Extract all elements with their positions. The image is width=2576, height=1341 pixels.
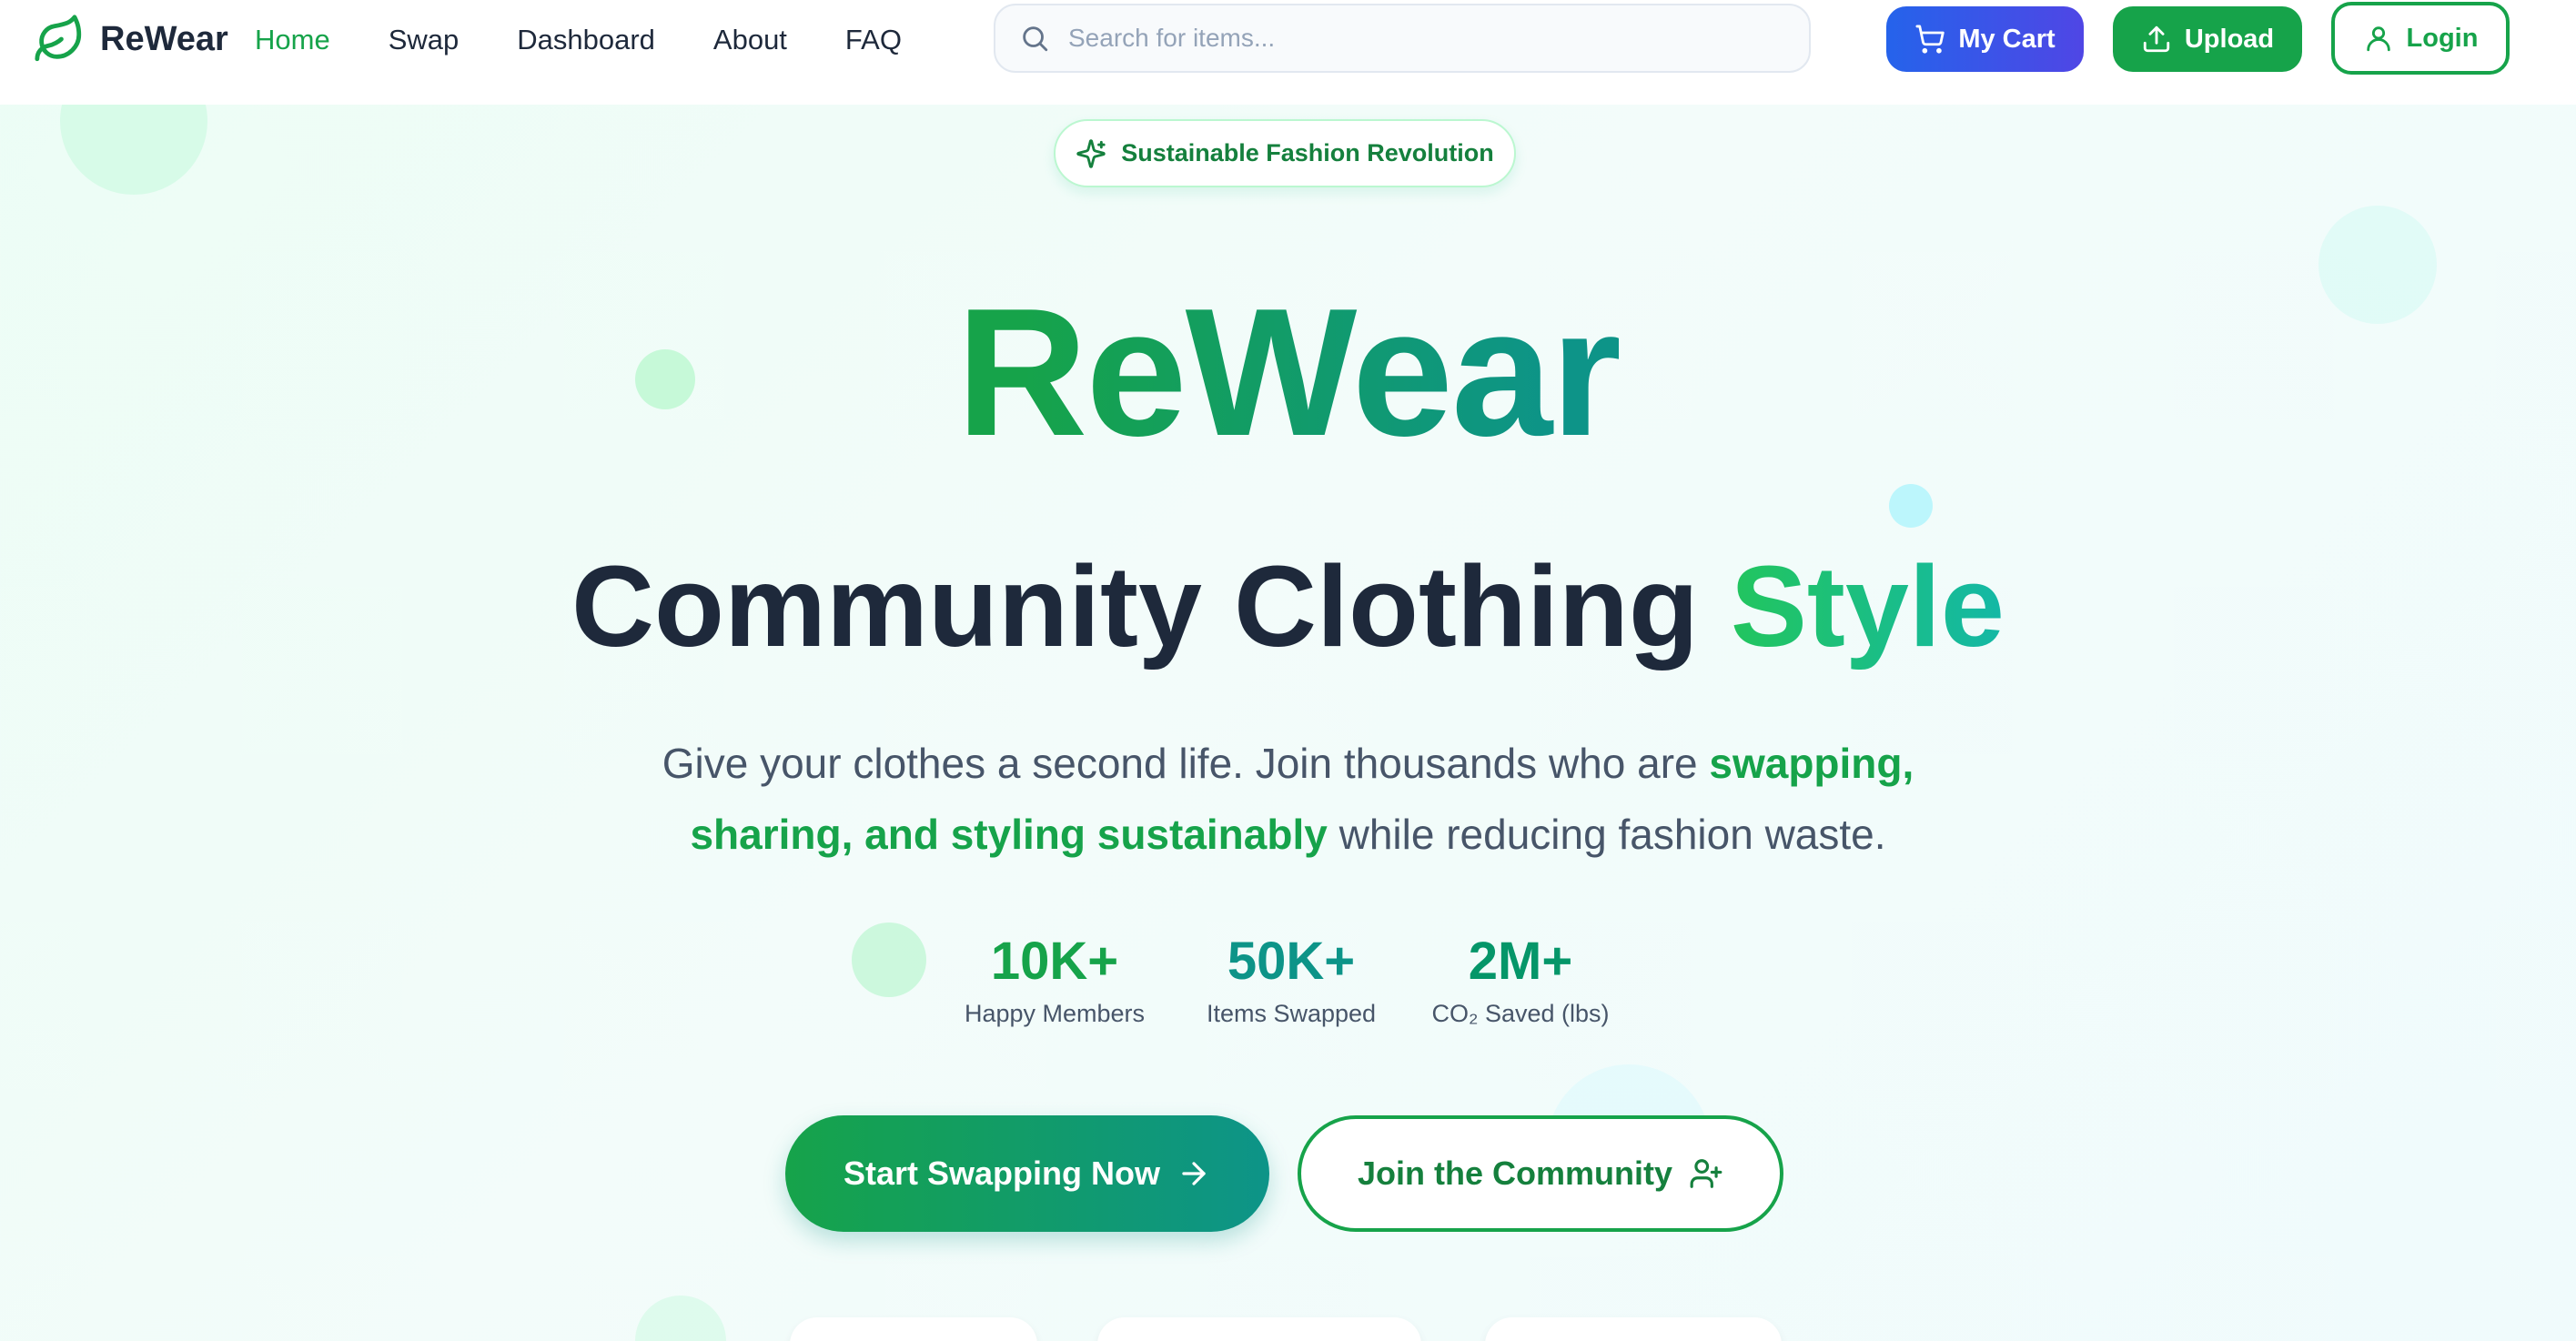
nav-link-about[interactable]: About [713,22,787,58]
nav-link-swap[interactable]: Swap [389,22,460,58]
search-bar[interactable] [994,4,1811,73]
join-community-label: Join the Community [1357,1154,1672,1192]
hero-description-part2: while reducing fashion waste. [1327,811,1886,858]
nav-links: Home Swap Dashboard About FAQ [255,22,960,58]
decor-bubble [635,1296,726,1341]
hero-subtitle-main: Community Clothing [571,542,1731,670]
upload-label: Upload [2184,24,2275,54]
stat-items: 50K+ Items Swapped [1197,926,1385,1030]
search-input[interactable] [1068,24,1760,53]
stat-label: Happy Members [964,1000,1146,1027]
nav-link-home[interactable]: Home [255,22,330,58]
hero-badge-label: Sustainable Fashion Revolution [1121,139,1494,166]
user-icon [2366,26,2390,52]
join-community-button[interactable]: Join the Community [1298,1115,1783,1232]
my-cart-label: My Cart [1958,24,2056,54]
stat-value: 2M+ [1468,932,1573,991]
login-label: Login [2406,23,2479,53]
start-swapping-label: Start Swapping Now [843,1154,1160,1192]
stat-label: Items Swapped [1206,1000,1377,1027]
hero-subtitle: Community Clothing Style [0,539,2576,675]
decor-bubble [852,923,926,997]
user-plus-icon [1690,1159,1722,1188]
hero-badge: Sustainable Fashion Revolution [1054,119,1516,187]
hero-subtitle-accent: Style [1730,542,2005,670]
feature-pill [790,1317,1037,1341]
cart-icon [1915,25,1945,54]
start-swapping-button[interactable]: Start Swapping Now [785,1115,1269,1232]
arrow-right-icon [1182,1162,1206,1185]
login-button[interactable]: Login [2331,2,2510,75]
hero-title-wrap: ReWear [0,273,2576,473]
brand-name: ReWear [100,19,228,58]
stat-value: 10K+ [990,932,1119,991]
feature-pill [1485,1317,1782,1341]
stat-co2: 2M+ CO₂ Saved (lbs) [1425,926,1616,1030]
upload-icon [2143,25,2170,53]
hero-title: ReWear [955,271,1621,474]
leaf-icon [35,15,82,62]
brand-logo[interactable]: ReWear [33,13,228,66]
hero-description: Give your clothes a second life. Join th… [619,728,1957,870]
search-icon [1023,26,1048,52]
hero-description-part1: Give your clothes a second life. Join th… [662,740,1710,787]
nav-link-dashboard[interactable]: Dashboard [517,22,655,58]
my-cart-button[interactable]: My Cart [1886,6,2084,72]
stat-label: CO₂ Saved (lbs) [1431,1000,1610,1027]
stat-value: 50K+ [1227,932,1356,991]
upload-button[interactable]: Upload [2113,6,2302,72]
stat-members: 10K+ Happy Members [961,926,1148,1030]
top-navbar: ReWear Home Swap Dashboard About FAQ My … [0,0,2576,105]
sparkles-icon [1076,138,1106,168]
decor-bubble [1889,484,1933,528]
nav-link-faq[interactable]: FAQ [845,22,902,58]
feature-pill [1097,1317,1421,1341]
